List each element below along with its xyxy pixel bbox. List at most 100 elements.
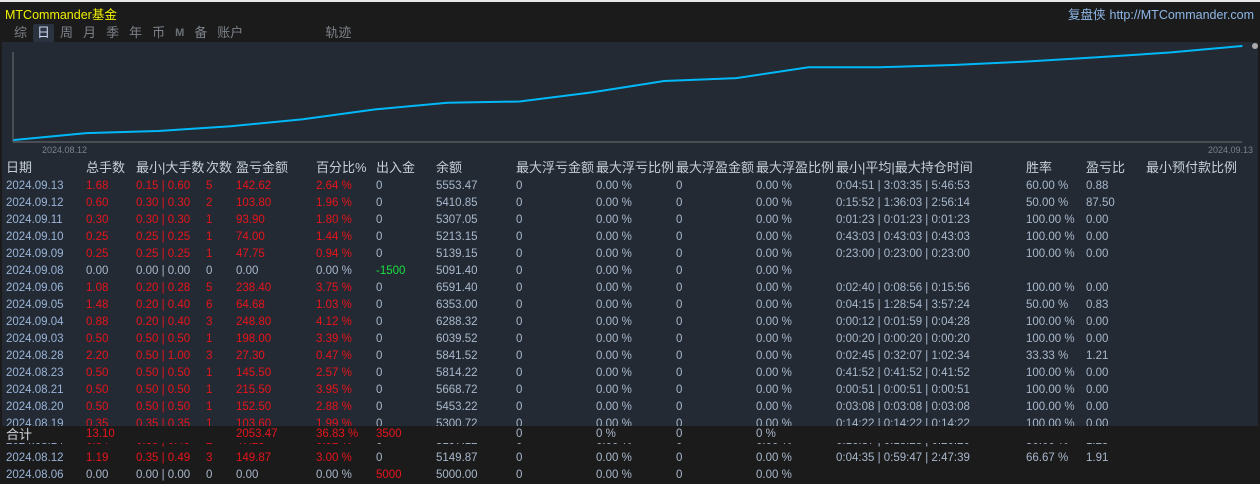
cell-total-lots: 0.25 — [86, 231, 109, 243]
cell-pnl: 93.90 — [236, 214, 265, 226]
cell-pnl: 0.00 — [236, 469, 259, 481]
cell-hold-time: 0:04:15 | 1:28:54 | 3:57:24 — [836, 299, 970, 311]
table-header: 日期 总手数 最小|大手数 次数 盈亏金额 百分比% 出入金 余额 最大浮亏金额 最大浮亏比例 最大… — [2, 158, 1258, 178]
cell-min-max-lots: 0.50 | 0.50 — [136, 401, 191, 413]
cell-count: 5 — [206, 282, 213, 294]
cell-hold-time: 0:02:40 | 0:08:56 | 0:15:56 — [836, 282, 970, 294]
column-header-percent[interactable]: 百分比% — [316, 158, 367, 178]
cell-hold-time: 0:01:23 | 0:01:23 | 0:01:23 — [836, 214, 970, 226]
cell-percent: 1.80 % — [316, 214, 352, 226]
cell-date: 2024.09.11 — [6, 214, 63, 226]
cell-balance: 6591.40 — [436, 282, 478, 294]
cell-deposit: 0 — [376, 231, 383, 243]
cell-hold-time: 0:00:20 | 0:00:20 | 0:00:20 — [836, 333, 970, 345]
cell-total-lots: 0.60 — [86, 197, 109, 209]
cell-total-lots: 0.50 — [86, 333, 109, 345]
tab-6[interactable]: 币 — [148, 24, 169, 42]
cell-hold-time: 0:04:51 | 3:03:35 | 5:46:53 — [836, 180, 970, 192]
cell-min-max-lots: 0.15 | 0.60 — [136, 180, 191, 192]
cell-deposit: 3500 — [376, 428, 402, 440]
column-header-total-lots[interactable]: 总手数 — [86, 158, 125, 178]
cell-min-max-lots: 0.50 | 1.00 — [136, 350, 191, 362]
cell-percent: 2.88 % — [316, 401, 352, 413]
tab-5[interactable]: 年 — [125, 24, 146, 42]
cell-date: 2024.09.13 — [6, 180, 64, 192]
cell-max-float-profit-pct: 0.00 % — [756, 469, 792, 481]
cell-balance: 5553.47 — [436, 180, 478, 192]
cell-date: 2024.08.12 — [6, 452, 64, 464]
tab-7[interactable]: M — [171, 24, 188, 42]
cell-max-float-profit-pct: 0.00 % — [756, 401, 792, 413]
tab-9[interactable]: 账户 — [213, 24, 247, 42]
data-point — [663, 80, 665, 82]
cell-max-float-loss: 0 — [516, 197, 523, 209]
column-header-balance[interactable]: 余额 — [436, 158, 462, 178]
cell-min-max-lots: 0.35 | 0.49 — [136, 452, 191, 464]
column-header-win-rate[interactable]: 胜率 — [1026, 158, 1052, 178]
data-point — [374, 108, 376, 111]
site-url[interactable]: http://MTCommander.com — [1110, 8, 1255, 22]
column-header-max-float-profit-pct[interactable]: 最大浮盈比例 — [756, 158, 834, 178]
cell-max-float-profit-pct: 0.00 % — [756, 231, 792, 243]
tab-1[interactable]: 日 — [33, 24, 55, 42]
cell-win-rate: 100.00 % — [1026, 248, 1075, 260]
cell-balance: 5139.15 — [436, 248, 478, 260]
cell-hold-time: 0:02:45 | 0:32:07 | 1:02:34 — [836, 350, 970, 362]
cell-min-max-lots: 0.25 | 0.25 — [136, 231, 191, 243]
cell-pnl: 27.30 — [236, 350, 265, 362]
column-header-deposit[interactable]: 出入金 — [376, 158, 415, 178]
column-header-max-float-loss-pct[interactable]: 最大浮亏比例 — [596, 158, 674, 178]
cell-pnl: 238.40 — [236, 282, 272, 294]
site-link[interactable]: 复盘侠 http://MTCommander.com — [1068, 4, 1254, 23]
cell-pnl: 198.00 — [236, 333, 272, 345]
tab-3[interactable]: 月 — [79, 24, 100, 42]
cell-balance: 5149.87 — [436, 452, 478, 464]
cell-hold-time: 0:03:08 | 0:03:08 | 0:03:08 — [836, 401, 970, 413]
table-row: 2024.09.13 1.68 0.15 | 0.60 5 142.62 2.64 % 0 5… — [2, 178, 1258, 195]
cell-max-float-loss: 0 — [516, 231, 523, 243]
table-row: 2024.08.28 2.20 0.50 | 1.00 3 27.30 0.47 % 0 58… — [2, 348, 1258, 365]
cell-max-float-profit: 0 — [676, 469, 683, 481]
cell-balance: 5668.72 — [436, 384, 478, 396]
cell-balance: 5410.85 — [436, 197, 478, 209]
cell-min-max-lots: 0.50 | 0.50 — [136, 333, 191, 345]
cell-max-float-loss: 0 — [516, 350, 523, 362]
cell-pl-ratio: 87.50 — [1086, 197, 1115, 209]
data-point — [880, 66, 882, 68]
cell-deposit: 0 — [376, 367, 383, 379]
column-header-hold-time[interactable]: 最小|平均|最大持仓时间 — [836, 158, 973, 178]
tab-0[interactable]: 综 — [10, 24, 31, 42]
tab-10[interactable]: 轨迹 — [321, 24, 355, 42]
cell-pl-ratio: 0.00 — [1086, 384, 1109, 396]
data-point — [446, 101, 449, 104]
column-header-pnl[interactable]: 盈亏金额 — [236, 158, 288, 178]
cell-max-float-profit: 0 — [676, 428, 683, 440]
cell-count: 3 — [206, 350, 213, 362]
tab-4[interactable]: 季 — [102, 24, 123, 42]
cell-win-rate: 100.00 % — [1026, 231, 1075, 243]
column-header-min-margin-ratio[interactable]: 最小预付款比例 — [1146, 158, 1237, 178]
cell-pnl: 145.50 — [236, 367, 272, 379]
cell-pnl: 248.80 — [236, 316, 272, 328]
column-header-max-float-loss[interactable]: 最大浮亏金额 — [516, 158, 594, 178]
period-tabs: 综日周月季年币 M 备账户 轨迹 — [10, 24, 357, 42]
cell-pl-ratio: 0.88 — [1086, 180, 1109, 192]
column-header-date[interactable]: 日期 — [6, 158, 32, 178]
cell-count: 1 — [206, 333, 213, 345]
site-name: 复盘侠 — [1067, 8, 1106, 22]
column-header-max-float-profit[interactable]: 最大浮盈金额 — [676, 158, 754, 178]
column-header-pl-ratio[interactable]: 盈亏比 — [1086, 158, 1125, 178]
column-header-min-max-lots[interactable]: 最小|大手数 — [136, 158, 204, 178]
tab-2[interactable]: 周 — [56, 24, 77, 42]
cell-max-float-profit-pct: 0.00 % — [756, 180, 792, 192]
cell-max-float-profit: 0 — [676, 197, 683, 209]
cell-max-float-loss: 0 — [516, 265, 523, 277]
tab-8[interactable]: 备 — [190, 24, 211, 42]
cell-pnl: 149.87 — [236, 452, 272, 464]
cell-deposit: 0 — [376, 333, 383, 345]
cell-percent: 2.57 % — [316, 367, 352, 379]
chart-resize-handle[interactable] — [1252, 43, 1258, 49]
column-header-count[interactable]: 次数 — [206, 158, 232, 178]
table-total-row: 合计 13.10 2053.47 36.83 % 3500 0 0 % 0 0 % — [2, 426, 1258, 443]
table-row: 2024.09.09 0.25 0.25 | 0.25 1 47.75 0.94 % 0 51… — [2, 246, 1258, 263]
